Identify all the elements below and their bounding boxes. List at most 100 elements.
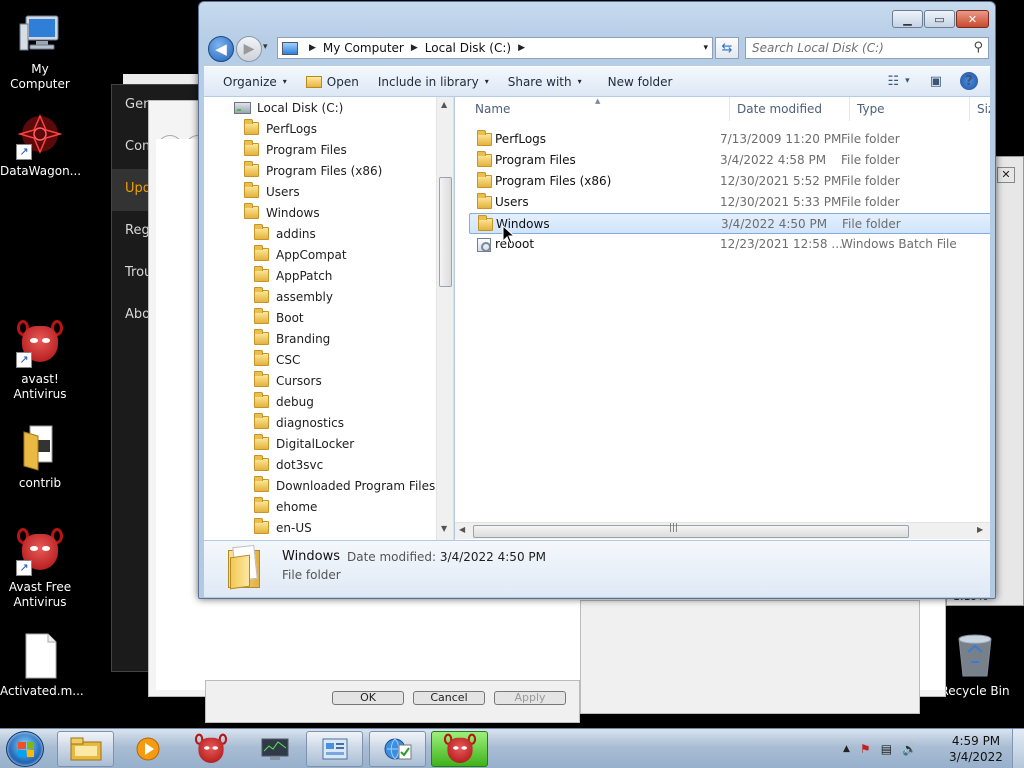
folder-icon: [478, 215, 493, 231]
scroll-left-arrow[interactable]: ◀: [459, 525, 465, 534]
navigation-scrollbar[interactable]: ▲ ▼: [436, 97, 453, 540]
cancel-button[interactable]: Cancel: [413, 691, 485, 705]
tree-item[interactable]: diagnostics: [254, 412, 344, 433]
tree-item[interactable]: DigitalLocker: [254, 433, 354, 454]
taskbar-task-manager[interactable]: [246, 731, 303, 767]
view-options-dropdown[interactable]: ▾: [905, 76, 910, 86]
search-placeholder: Search Local Disk (C:): [752, 41, 884, 55]
breadcrumb-my-computer[interactable]: My Computer: [323, 41, 404, 55]
volume-icon[interactable]: 🔊: [902, 742, 917, 756]
file-row[interactable]: Program Files 3/4/2022 4:58 PM File folder: [469, 150, 990, 171]
tree-item[interactable]: addins: [254, 223, 316, 244]
tree-item[interactable]: assembly: [254, 286, 333, 307]
close-button[interactable]: ✕: [997, 167, 1015, 183]
tree-item[interactable]: PerfLogs: [244, 118, 317, 139]
ok-button[interactable]: OK: [332, 691, 404, 705]
file-row[interactable]: reboot 12/23/2021 12:58 ... Windows Batch …: [469, 234, 990, 255]
taskbar-avast[interactable]: [182, 731, 239, 767]
minimize-button[interactable]: ▁: [892, 10, 923, 28]
tree-item[interactable]: Windows: [244, 202, 320, 223]
recent-pages-dropdown[interactable]: ▾: [263, 42, 268, 52]
tree-item[interactable]: dot3svc: [254, 454, 323, 475]
new-folder-button[interactable]: New folder: [608, 75, 673, 89]
scrollbar-thumb[interactable]: [439, 177, 452, 287]
scroll-right-arrow[interactable]: ▶: [977, 525, 983, 534]
column-header-type[interactable]: Type: [850, 97, 970, 121]
taskbar-clock[interactable]: 4:59 PM 3/4/2022: [946, 733, 1006, 765]
taskbar-avast-active[interactable]: [431, 731, 488, 767]
avast-icon: [443, 733, 476, 765]
taskbar-windows-update[interactable]: [369, 731, 426, 767]
taskbar-media-player[interactable]: [119, 731, 176, 767]
file-row[interactable]: Windows 3/4/2022 4:50 PM File folder: [469, 213, 990, 234]
include-in-library-button[interactable]: Include in library ▾: [378, 75, 489, 89]
file-row[interactable]: Users 12/30/2021 5:33 PM File folder: [469, 192, 990, 213]
desktop-icon-avast-free[interactable]: ↗ Avast Free Antivirus: [0, 528, 80, 610]
desktop-icon-recycle-bin[interactable]: Recycle Bin: [935, 632, 1015, 699]
details-item-name: Windows: [282, 549, 341, 564]
desktop-icon-avast[interactable]: ↗ avast! Antivirus: [0, 320, 80, 402]
tree-item[interactable]: Branding: [254, 328, 330, 349]
search-input[interactable]: Search Local Disk (C:) ⚲: [745, 37, 989, 59]
taskbar-explorer[interactable]: [57, 731, 114, 767]
menu-item-about[interactable]: Abo: [125, 307, 150, 322]
action-center-icon[interactable]: ⚑: [860, 742, 871, 756]
tree-item[interactable]: Downloaded Program Files: [254, 475, 435, 496]
avast-icon: ↗: [16, 528, 64, 576]
scrollbar-thumb[interactable]: [473, 525, 909, 538]
tree-item[interactable]: Program Files: [244, 139, 347, 160]
show-hidden-icons-button[interactable]: ▲: [843, 744, 850, 754]
breadcrumb-separator[interactable]: ▶: [309, 43, 316, 53]
scroll-up-arrow[interactable]: ▲: [441, 100, 447, 109]
share-with-button[interactable]: Share with ▾: [508, 75, 582, 89]
preview-pane-icon[interactable]: ▣: [930, 74, 942, 89]
breadcrumb-separator[interactable]: ▶: [518, 43, 525, 53]
start-button[interactable]: [6, 731, 44, 767]
search-icon[interactable]: ⚲: [973, 40, 983, 55]
tree-item[interactable]: CSC: [254, 349, 300, 370]
folder-icon: [254, 371, 269, 387]
change-view-icon[interactable]: ☷: [888, 74, 900, 89]
computer-icon: [282, 41, 298, 55]
breadcrumb-local-disk[interactable]: Local Disk (C:): [425, 41, 511, 55]
close-button[interactable]: ✕: [956, 10, 989, 28]
show-desktop-button[interactable]: [1012, 729, 1024, 768]
tree-item[interactable]: Boot: [254, 307, 304, 328]
tree-item[interactable]: debug: [254, 391, 314, 412]
column-header-date[interactable]: Date modified: [730, 97, 850, 121]
help-icon[interactable]: ?: [960, 72, 978, 90]
refresh-button[interactable]: ⇆: [715, 37, 739, 59]
taskbar-control-panel[interactable]: [306, 731, 363, 767]
tree-item[interactable]: ehome: [254, 496, 317, 517]
navigation-pane[interactable]: Local Disk (C:) PerfLogs Program Files Pro…: [204, 97, 454, 540]
organize-button[interactable]: Organize ▾: [223, 75, 287, 89]
tree-item-local-disk[interactable]: Local Disk (C:): [234, 97, 343, 118]
desktop-icon-my-computer[interactable]: My Computer: [0, 10, 80, 92]
column-header-size[interactable]: Size: [970, 97, 990, 121]
tree-item[interactable]: en-US: [254, 517, 312, 538]
open-button[interactable]: Open: [305, 75, 359, 89]
network-icon[interactable]: ▤: [881, 742, 892, 756]
address-dropdown[interactable]: ▾: [703, 43, 708, 53]
file-row[interactable]: Program Files (x86) 12/30/2021 5:52 PM Fil…: [469, 171, 990, 192]
tree-item[interactable]: AppCompat: [254, 244, 347, 265]
breadcrumb-separator[interactable]: ▶: [411, 43, 418, 53]
caption-buttons: ▁ ▭ ✕: [891, 10, 989, 28]
horizontal-scrollbar[interactable]: ◀ ||| ▶: [455, 522, 990, 539]
explorer-window[interactable]: ▁ ▭ ✕ ◀ ▶ ▾ ▶ My Computer ▶ Local Disk (…: [198, 1, 996, 599]
forward-button[interactable]: ▶: [236, 36, 262, 62]
file-row[interactable]: PerfLogs 7/13/2009 11:20 PM File folder: [469, 129, 990, 150]
maximize-button[interactable]: ▭: [924, 10, 955, 28]
scroll-down-arrow[interactable]: ▼: [441, 524, 447, 533]
tree-item[interactable]: Cursors: [254, 370, 322, 391]
tree-item[interactable]: AppPatch: [254, 265, 332, 286]
desktop-icon-contrib[interactable]: contrib: [0, 424, 80, 491]
desktop-icon-activated[interactable]: Activated.m...: [0, 632, 84, 699]
file-list[interactable]: Name Date modified Type Size ▲ PerfLogs 7…: [455, 97, 990, 540]
back-button[interactable]: ◀: [208, 36, 234, 62]
apply-button[interactable]: Apply: [494, 691, 566, 705]
tree-item[interactable]: Users: [244, 181, 300, 202]
tree-item[interactable]: Program Files (x86): [244, 160, 382, 181]
address-bar[interactable]: ▶ My Computer ▶ Local Disk (C:) ▶ ▾: [277, 37, 713, 59]
desktop-icon-datawagon[interactable]: ↗ DataWagon...: [0, 112, 81, 179]
